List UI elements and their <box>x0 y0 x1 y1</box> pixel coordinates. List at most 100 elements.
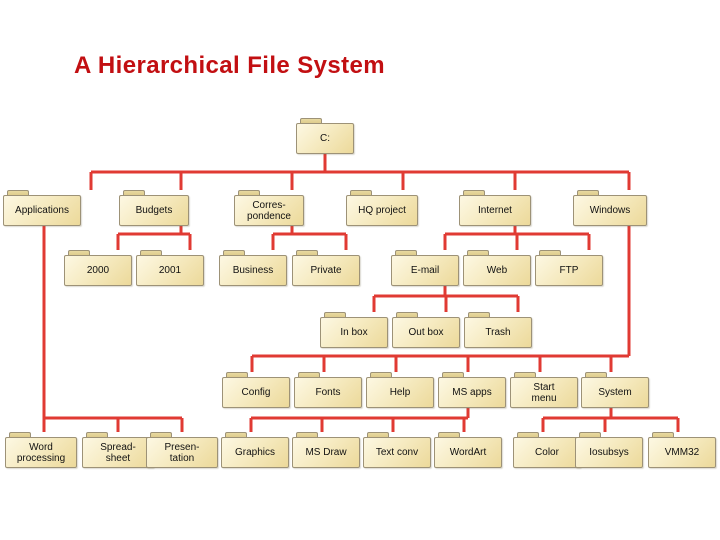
file-system-tree-diagram: C: Applications Budgets Corres- pondence HQ … <box>0 0 720 540</box>
folder-node-config[interactable]: Config <box>222 372 290 408</box>
folder-label: Help <box>389 387 411 398</box>
folder-node-help[interactable]: Help <box>366 372 434 408</box>
folder-body: Text conv <box>363 437 431 468</box>
folder-body: Help <box>366 377 434 408</box>
folder-body: Iosubsys <box>575 437 643 468</box>
folder-body: Internet <box>459 195 531 226</box>
folder-node-applications[interactable]: Applications <box>3 190 81 226</box>
folder-node-correspond[interactable]: Corres- pondence <box>234 190 304 226</box>
folder-node-system[interactable]: System <box>581 372 649 408</box>
folder-node-outbox[interactable]: Out box <box>392 312 460 348</box>
folder-label: Applications <box>15 205 69 216</box>
folder-body: Budgets <box>119 195 189 226</box>
folder-node-c[interactable]: C: <box>296 118 354 154</box>
folder-body: Graphics <box>221 437 289 468</box>
folder-node-iosubsys[interactable]: Iosubsys <box>575 432 643 468</box>
folder-body: Applications <box>3 195 81 226</box>
folder-label: Private <box>310 265 342 276</box>
folder-label: 2000 <box>86 265 110 276</box>
folder-body: Presen- tation <box>146 437 218 468</box>
folder-label: System <box>598 387 632 398</box>
folder-label: C: <box>320 133 330 144</box>
folder-node-web[interactable]: Web <box>463 250 531 286</box>
folder-node-trash[interactable]: Trash <box>464 312 532 348</box>
folder-label: Presen- tation <box>164 441 200 464</box>
folder-label: Trash <box>485 327 511 338</box>
folder-label: Spread- sheet <box>100 441 136 464</box>
folder-body: VMM32 <box>648 437 716 468</box>
folder-body: Corres- pondence <box>234 195 304 226</box>
folder-node-wordart[interactable]: WordArt <box>434 432 502 468</box>
folder-node-budgets[interactable]: Budgets <box>119 190 189 226</box>
folder-label: Graphics <box>234 447 275 458</box>
folder-node-y2000[interactable]: 2000 <box>64 250 132 286</box>
folder-label: Color <box>535 447 559 458</box>
folder-label: Text conv <box>375 447 419 458</box>
folder-body: Word processing <box>5 437 77 468</box>
folder-body: In box <box>320 317 388 348</box>
folder-body: Out box <box>392 317 460 348</box>
folder-body: Windows <box>573 195 647 226</box>
slide-canvas: A Hierarchical File System C: Application… <box>0 0 720 540</box>
folder-body: MS Draw <box>292 437 360 468</box>
folder-node-wordproc[interactable]: Word processing <box>5 432 77 468</box>
folder-label: Internet <box>478 205 512 216</box>
folder-node-internet[interactable]: Internet <box>459 190 531 226</box>
folder-node-business[interactable]: Business <box>219 250 287 286</box>
folder-label: Web <box>486 265 508 276</box>
folder-label: Corres- pondence <box>247 199 291 222</box>
folder-body: C: <box>296 123 354 154</box>
folder-label: Start menu <box>531 381 557 404</box>
folder-node-hqproject[interactable]: HQ project <box>346 190 418 226</box>
folder-body: Config <box>222 377 290 408</box>
folder-label: Business <box>232 265 274 276</box>
folder-node-msapps[interactable]: MS apps <box>438 372 506 408</box>
folder-label: Windows <box>589 205 631 216</box>
folder-label: Budgets <box>135 205 173 216</box>
folder-label: MS apps <box>452 387 492 398</box>
folder-label: HQ project <box>358 205 406 216</box>
folder-node-textconv[interactable]: Text conv <box>363 432 431 468</box>
folder-label: Iosubsys <box>589 447 629 458</box>
folder-body: HQ project <box>346 195 418 226</box>
folder-label: VMM32 <box>664 447 700 458</box>
folder-label: FTP <box>559 265 579 276</box>
folder-label: E-mail <box>410 265 440 276</box>
folder-body: Private <box>292 255 360 286</box>
folder-node-presentation[interactable]: Presen- tation <box>146 432 218 468</box>
folder-label: In box <box>340 327 368 338</box>
folder-label: Out box <box>408 327 444 338</box>
folder-body: Color <box>513 437 581 468</box>
folder-label: Word processing <box>16 441 66 464</box>
folder-body: WordArt <box>434 437 502 468</box>
folder-node-private[interactable]: Private <box>292 250 360 286</box>
folder-label: 2001 <box>158 265 182 276</box>
folder-body: 2001 <box>136 255 204 286</box>
folder-body: Start menu <box>510 377 578 408</box>
folder-body: FTP <box>535 255 603 286</box>
folder-body: Web <box>463 255 531 286</box>
folder-label: MS Draw <box>305 447 347 458</box>
folder-node-ftp[interactable]: FTP <box>535 250 603 286</box>
folder-label: Config <box>241 387 271 398</box>
folder-node-email[interactable]: E-mail <box>391 250 459 286</box>
folder-node-fonts[interactable]: Fonts <box>294 372 362 408</box>
folder-body: Trash <box>464 317 532 348</box>
folder-node-windows[interactable]: Windows <box>573 190 647 226</box>
folder-node-inbox[interactable]: In box <box>320 312 388 348</box>
folder-body: Fonts <box>294 377 362 408</box>
folder-node-startmenu[interactable]: Start menu <box>510 372 578 408</box>
folder-node-msdraw[interactable]: MS Draw <box>292 432 360 468</box>
folder-node-vmm32[interactable]: VMM32 <box>648 432 716 468</box>
folder-body: System <box>581 377 649 408</box>
folder-node-y2001[interactable]: 2001 <box>136 250 204 286</box>
folder-body: MS apps <box>438 377 506 408</box>
folder-node-graphics[interactable]: Graphics <box>221 432 289 468</box>
folder-label: WordArt <box>449 447 487 458</box>
folder-label: Fonts <box>315 387 341 398</box>
folder-node-spreadsheet[interactable]: Spread- sheet <box>82 432 154 468</box>
folder-body: Business <box>219 255 287 286</box>
folder-body: E-mail <box>391 255 459 286</box>
folder-body: 2000 <box>64 255 132 286</box>
folder-node-color[interactable]: Color <box>513 432 581 468</box>
